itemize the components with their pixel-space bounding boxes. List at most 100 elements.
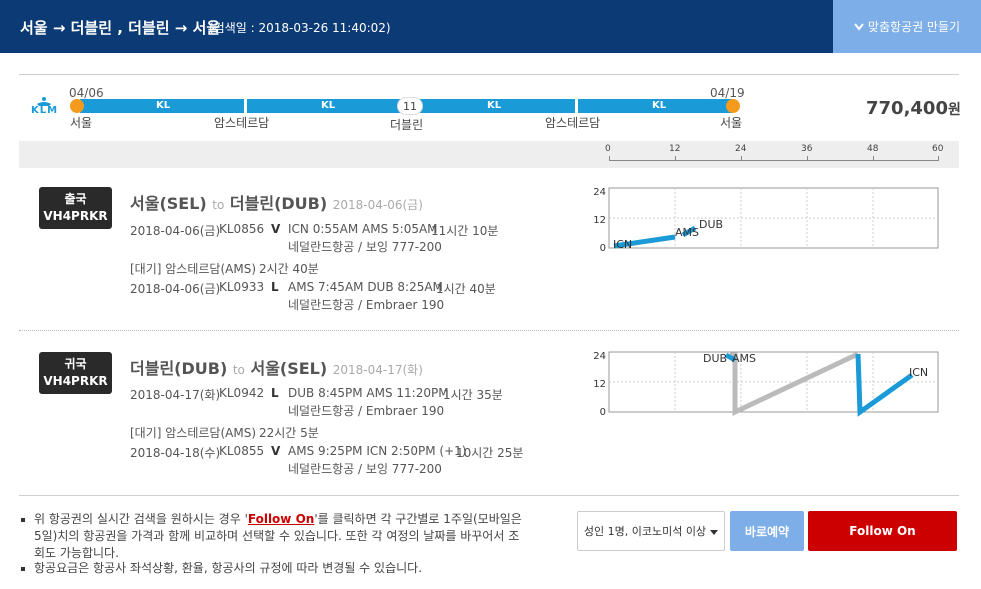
segment-label: KL <box>321 100 336 111</box>
badge-type: 출국 <box>64 192 87 206</box>
note-text: '를 클릭하면 각 구간별로 1주일(모바일은 <box>314 512 522 526</box>
chart-point-label: ICN <box>909 366 928 379</box>
chart-ytick: 24 <box>593 351 606 362</box>
scale-tick-label: 48 <box>867 144 879 154</box>
title-to: 더블린(DUB) <box>229 194 328 213</box>
scale-tick <box>938 156 939 161</box>
flight-number: KL0855 <box>219 444 265 458</box>
stop-label: 암스테르담 <box>214 116 270 130</box>
stop-label: 서울 <box>70 116 93 130</box>
inbound-title: 더블린(DUB) to 서울(SEL) 2018-04-17(화) <box>130 355 423 379</box>
flight-date: 2018-04-18(수) <box>130 446 221 460</box>
origin-dot <box>70 99 84 113</box>
divider <box>19 74 959 75</box>
chart-point-label: ICN <box>613 238 632 251</box>
flight-aircraft: 네덜란드항공 / 보잉 777-200 <box>288 462 442 476</box>
stay-days: 11 <box>403 100 417 113</box>
booking-class: V <box>271 222 281 236</box>
airline-logo: KLM <box>31 96 57 116</box>
note-text: 5일)치의 항공권을 가격과 함께 비교하며 선택할 수 있습니다. 또한 각 … <box>34 529 520 543</box>
chart-point-label: AMS <box>732 352 756 365</box>
booking-class: V <box>271 444 281 458</box>
segment-label: KL <box>487 100 502 111</box>
title-to: 서울(SEL) <box>250 359 328 378</box>
caret-down-icon <box>710 525 719 538</box>
flight-aircraft: 네덜란드항공 / 보잉 777-200 <box>288 240 442 254</box>
layover-time: 22시간 5분 <box>259 426 319 440</box>
chart-point-label: AMS <box>675 226 699 239</box>
chart-point-label: DUB <box>699 218 723 231</box>
price: 770,400원 <box>866 98 961 119</box>
price-unit: 원 <box>947 102 961 118</box>
book-now-button[interactable]: 바로예약 <box>730 511 804 551</box>
flight-date: 2018-04-06(금) <box>130 282 221 296</box>
segment-label: KL <box>156 100 171 111</box>
flight-aircraft: 네덜란드항공 / Embraer 190 <box>288 298 445 312</box>
flight-route: AMS 9:25PM ICN 2:50PM (+1) <box>288 444 467 458</box>
flight-duration: 1시간 35분 <box>443 388 503 402</box>
outbound-time-chart: 24 12 0 ICN AMS DUB <box>593 187 939 254</box>
time-scale-axis <box>609 160 939 161</box>
note-fare: 항공요금은 항공사 좌석상황, 환율, 항공사의 규정에 따라 변경될 수 있습… <box>34 561 423 575</box>
flight-number: KL0856 <box>219 222 265 236</box>
title-to-word: to <box>212 198 225 212</box>
title-date: 2018-04-06(금) <box>332 198 423 212</box>
scale-tick <box>741 156 742 161</box>
title-date: 2018-04-17(화) <box>332 363 423 377</box>
note-text: 위 항공권의 실시간 검색을 원하시는 경우 ' <box>34 512 248 526</box>
flight-number: KL0933 <box>219 280 265 294</box>
scale-tick-label: 12 <box>669 144 681 154</box>
passenger-select[interactable]: 성인 1명, 이코노미석 이상 <box>577 511 725 551</box>
badge-type: 귀국 <box>64 357 87 371</box>
layover: [대기] 암스테르담(AMS) <box>130 262 257 276</box>
flight-route: AMS 7:45AM DUB 8:25AM <box>288 280 443 294</box>
stop-label: 서울 <box>720 116 743 130</box>
bullet <box>21 518 25 522</box>
booking-class: L <box>271 280 279 294</box>
scale-tick-label: 24 <box>735 144 747 154</box>
follow-on-link[interactable]: Follow On <box>248 512 314 526</box>
flight-number: KL0942 <box>219 386 265 400</box>
flight-duration: 11시간 10분 <box>431 224 499 238</box>
flight-date: 2018-04-17(화) <box>130 388 221 402</box>
end-date: 04/19 <box>710 86 745 100</box>
chevron-down-icon <box>854 20 864 34</box>
search-date: (검색일 : 2018-03-26 11:40:02) <box>209 21 391 35</box>
title-from: 더블린(DUB) <box>130 359 228 378</box>
chart-ytick: 0 <box>600 243 606 254</box>
flight-aircraft: 네덜란드항공 / Embraer 190 <box>288 404 445 418</box>
flight-date: 2018-04-06(금) <box>130 224 221 238</box>
divider <box>19 495 959 496</box>
bullet <box>21 567 25 571</box>
flight-duration: 10시간 25분 <box>456 446 524 460</box>
stop-label: 더블린 <box>390 118 424 132</box>
stop-label: 암스테르담 <box>545 116 601 130</box>
flight-route: DUB 8:45PM AMS 11:20PM <box>288 386 449 400</box>
outbound-badge: 출국 VH4PRKR <box>39 187 112 229</box>
custom-ticket-button[interactable]: 맞춤항공권 만들기 <box>833 0 981 53</box>
booking-class: L <box>271 386 279 400</box>
destination-dot <box>726 99 740 113</box>
passenger-select-label: 성인 1명, 이코노미석 이상 <box>583 525 707 538</box>
chart-ytick: 12 <box>593 215 606 226</box>
airline-logo-text: KLM <box>31 105 59 116</box>
scale-tick <box>807 156 808 161</box>
title-from: 서울(SEL) <box>130 194 207 213</box>
follow-on-button[interactable]: Follow On <box>808 511 957 551</box>
chart-point-label: DUB <box>703 352 727 365</box>
stay-days-badge: 11 <box>397 97 423 115</box>
route-title: 서울 → 더블린 , 더블린 → 서울 <box>20 19 221 37</box>
scale-tick <box>873 156 874 161</box>
badge-code: VH4PRKR <box>43 374 108 388</box>
badge-code: VH4PRKR <box>43 209 108 223</box>
inbound-badge: 귀국 VH4PRKR <box>39 352 112 394</box>
segment-label: KL <box>652 100 667 111</box>
scale-tick <box>609 156 610 161</box>
start-date: 04/06 <box>69 86 104 100</box>
header-bar: 서울 → 더블린 , 더블린 → 서울 (검색일 : 2018-03-26 11… <box>0 0 981 53</box>
scale-tick-label: 36 <box>801 144 813 154</box>
flight-route: ICN 0:55AM AMS 5:05AM <box>288 222 438 236</box>
inbound-time-chart: 24 12 0 DUB AMS ICN <box>593 351 939 418</box>
flight-duration: 1시간 40분 <box>436 282 496 296</box>
layover: [대기] 암스테르담(AMS) <box>130 426 257 440</box>
